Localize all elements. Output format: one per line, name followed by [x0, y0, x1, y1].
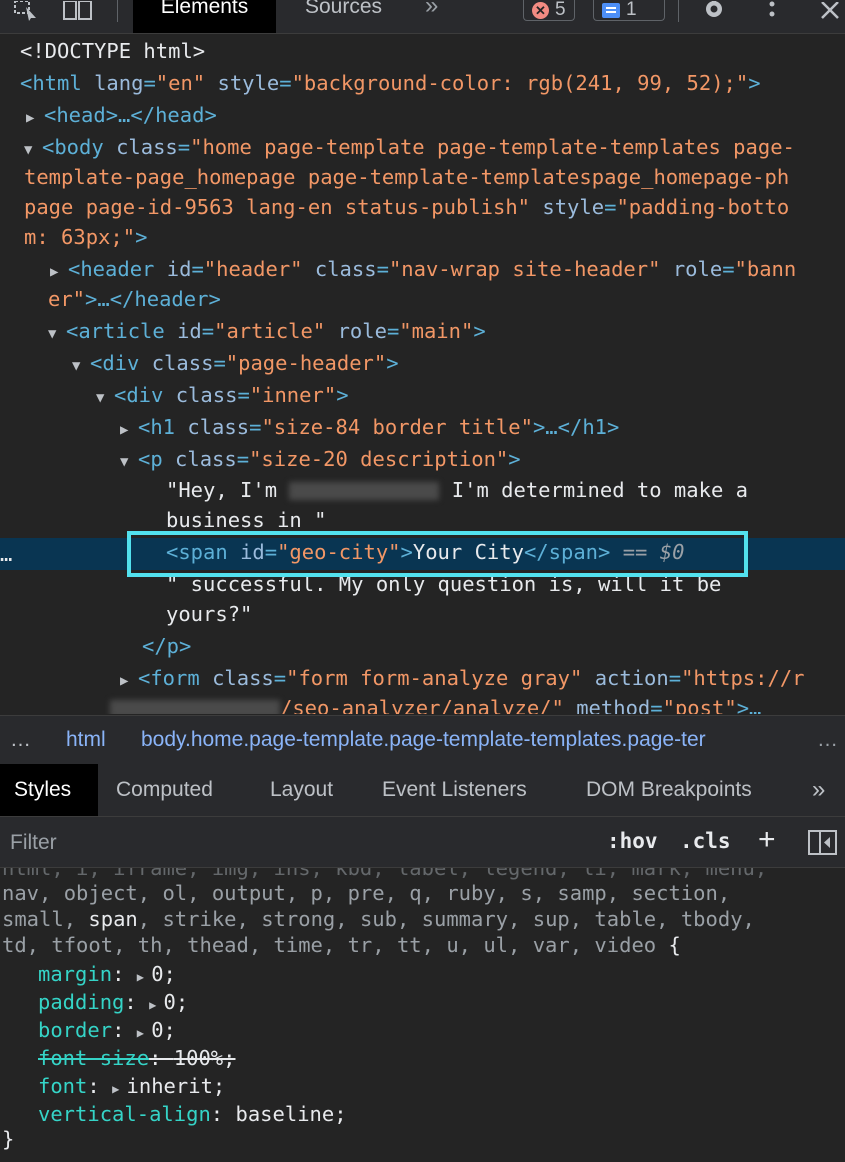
tree-node-head[interactable]: ▶ <head>…</head> [26, 100, 217, 131]
css-selector-line: small, span, strike, strong, sub, summar… [2, 907, 755, 931]
inspect-element-icon[interactable] [10, 0, 44, 22]
expand-triangle-icon[interactable]: ▶ [137, 970, 151, 984]
css-property-name[interactable]: font [38, 1074, 87, 1098]
css-property-name[interactable]: border [38, 1018, 112, 1042]
expand-triangle-icon[interactable]: ▶ [137, 1026, 151, 1040]
more-tabs-chevron-icon[interactable]: » [812, 764, 825, 816]
css-property-name[interactable]: padding [38, 990, 124, 1014]
tab-event-listeners[interactable]: Event Listeners [382, 764, 527, 816]
tree-node-body-cont: template-page_homepage page-template-tem… [24, 165, 790, 189]
css-property-font[interactable]: font: ▶ inherit; [38, 1072, 225, 1100]
collapse-triangle-icon[interactable]: ▼ [48, 319, 66, 350]
tree-node-div-page-header[interactable]: ▼ <div class="page-header"> [72, 348, 399, 379]
messages-count: 1 [626, 0, 637, 20]
tree-node-article[interactable]: ▼ <article id="article" role="main"> [48, 316, 486, 347]
tree-node-form-cont: /seo-analyzer/analyze/" method="post">… [110, 693, 761, 714]
breadcrumb-item-html[interactable]: html [66, 716, 106, 764]
css-property-padding[interactable]: padding: ▶ 0; [38, 988, 188, 1016]
redacted-domain [110, 700, 280, 714]
message-icon [602, 2, 620, 18]
expand-triangle-icon[interactable]: ▶ [149, 998, 163, 1012]
css-property-value[interactable]: 100%; [174, 1046, 236, 1070]
more-tabs-chevron-icon[interactable]: » [425, 0, 438, 18]
messages-badge[interactable]: 1 [593, 0, 665, 21]
selection-highlight-box [127, 531, 748, 577]
errors-count: 5 [555, 0, 566, 20]
toolbar-divider [117, 0, 118, 22]
errors-badge[interactable]: ✕ 5 [523, 0, 575, 21]
breadcrumb: … html body.home.page-template.page-temp… [0, 715, 845, 765]
tab-computed[interactable]: Computed [116, 764, 213, 816]
expand-triangle-icon[interactable]: ▶ [112, 1082, 126, 1096]
devtools-toolbar: Elements Sources » ✕ 5 1 [0, 0, 845, 34]
tab-elements[interactable]: Elements [133, 0, 276, 33]
kebab-menu-icon[interactable] [758, 0, 786, 22]
css-property-value[interactable]: inherit; [127, 1074, 226, 1098]
collapse-triangle-icon[interactable]: ▼ [96, 383, 114, 414]
tree-node-body-cont: page page-id-9563 lang-en status-publish… [24, 195, 790, 219]
css-property-value[interactable]: baseline; [235, 1102, 346, 1126]
css-close-brace: } [2, 1127, 15, 1151]
breadcrumb-overflow-left[interactable]: … [10, 716, 31, 764]
css-property-value[interactable]: 0; [151, 1018, 176, 1042]
close-icon[interactable] [815, 0, 845, 22]
tree-node-div-inner[interactable]: ▼ <div class="inner"> [96, 380, 349, 411]
new-rule-button[interactable]: + [758, 823, 776, 857]
tree-node-p-close[interactable]: </p> [142, 631, 191, 662]
sidebar-tabs: Styles Computed Layout Event Listeners D… [0, 764, 845, 817]
breadcrumb-item-body[interactable]: body.home.page-template.page-template-te… [141, 716, 801, 764]
device-toolbar-icon[interactable] [60, 0, 96, 22]
css-selector-line: nav, object, ol, output, p, pre, q, ruby… [2, 881, 731, 905]
expand-triangle-icon[interactable]: ▶ [120, 415, 138, 446]
error-icon: ✕ [532, 1, 549, 19]
styles-filter-bar: :hov .cls + [0, 817, 845, 868]
tab-layout[interactable]: Layout [270, 764, 333, 816]
css-property-name[interactable]: vertical-align [38, 1102, 211, 1126]
css-property-name[interactable]: font-size [38, 1046, 149, 1070]
css-property-value[interactable]: 0; [151, 962, 176, 986]
tree-node-h1[interactable]: ▶ <h1 class="size-84 border title">…</h1> [120, 412, 619, 443]
tree-text-node[interactable]: "Hey, I'm I'm determined to make a [166, 475, 748, 506]
tree-node-p[interactable]: ▼ <p class="size-20 description"> [120, 444, 521, 475]
toolbar-divider [678, 0, 679, 22]
matched-selector: span [88, 907, 138, 931]
collapse-triangle-icon[interactable]: ▼ [120, 447, 138, 478]
css-selector-line: td, tfoot, th, thead, time, tr, tt, u, u… [2, 933, 681, 957]
tree-node-html[interactable]: <html lang="en" style="background-color:… [20, 68, 761, 99]
tree-node-header-cont: er">…</header> [48, 287, 221, 311]
tree-node-form[interactable]: ▶ <form class="form form-analyze gray" ac… [120, 663, 805, 694]
css-property-margin[interactable]: margin: ▶ 0; [38, 960, 176, 988]
tab-dom-breakpoints[interactable]: DOM Breakpoints [586, 764, 752, 816]
tab-styles[interactable]: Styles [0, 764, 98, 816]
tree-node-body[interactable]: ▼ <body class="home page-template page-te… [24, 132, 795, 163]
toggle-sidebar-icon[interactable] [808, 830, 838, 861]
dom-tree: <!DOCTYPE html> <html lang="en" style="b… [0, 34, 845, 714]
styles-pane: html, i, iframe, img, ins, kbd, label, l… [0, 868, 845, 1162]
gear-icon[interactable] [698, 0, 730, 22]
tab-sources[interactable]: Sources [276, 0, 411, 33]
hover-state-button[interactable]: :hov [607, 829, 658, 853]
css-property-font-size[interactable]: font-size: 100%; [38, 1044, 236, 1072]
filter-input[interactable] [8, 827, 572, 859]
expand-triangle-icon[interactable]: ▶ [26, 103, 44, 134]
tree-node-body-cont: m: 63px;"> [24, 225, 148, 249]
tree-node-doctype[interactable]: <!DOCTYPE html> [20, 36, 205, 67]
class-toggle-button[interactable]: .cls [680, 829, 731, 853]
css-property-value[interactable]: 0; [164, 990, 189, 1014]
selected-row-dots[interactable]: … [0, 539, 12, 570]
redacted-name [289, 482, 440, 500]
tree-text-node-cont: yours?" [166, 602, 253, 626]
css-property-border[interactable]: border: ▶ 0; [38, 1016, 176, 1044]
css-property-vertical-align[interactable]: vertical-align: baseline; [38, 1100, 347, 1128]
breadcrumb-overflow-right[interactable]: … [817, 716, 838, 764]
css-property-name[interactable]: margin [38, 962, 112, 986]
tree-node-header[interactable]: ▶ <header id="header" class="nav-wrap sit… [50, 254, 796, 285]
collapse-triangle-icon[interactable]: ▼ [72, 351, 90, 382]
